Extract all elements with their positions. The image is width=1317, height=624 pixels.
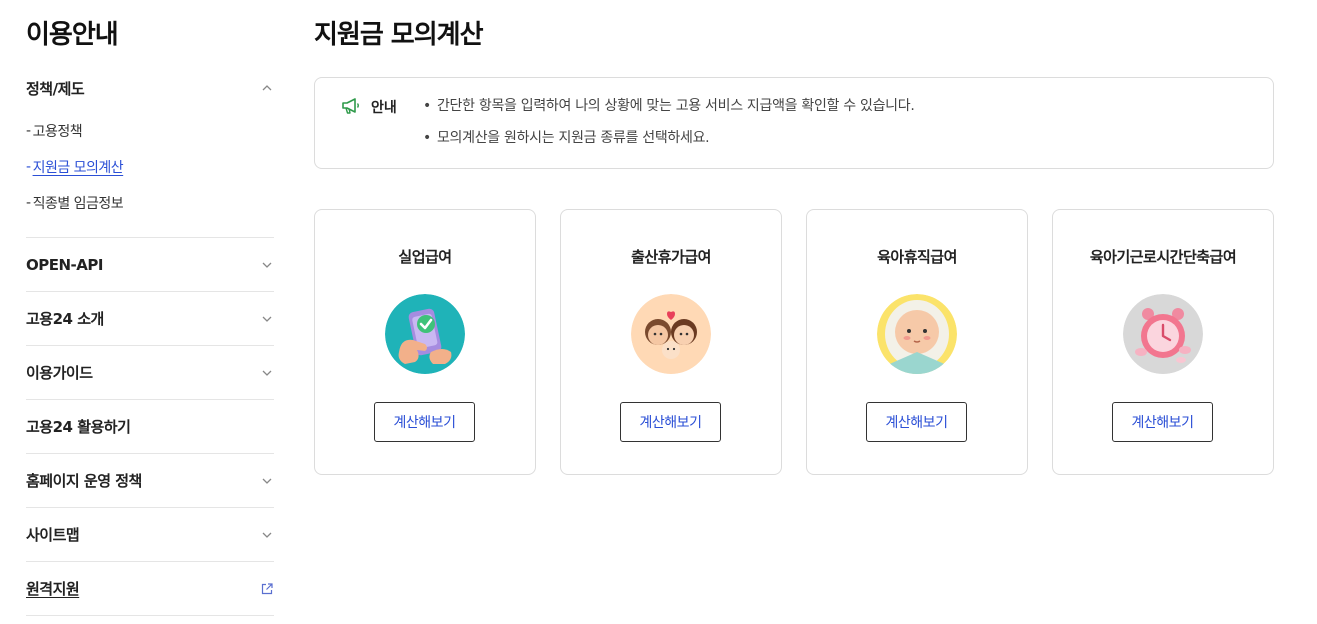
menu-group-about: 고용24 소개 [26, 292, 274, 346]
bullet: • [423, 130, 431, 146]
menu-head-policy[interactable]: 정책/제도 [26, 63, 274, 113]
menu-label: 고용24 소개 [26, 310, 104, 328]
menu-group-remote-support: 원격지원 [26, 562, 274, 616]
menu-group-policy: 정책/제도 - 고용정책 - 지원금 모의계산 - 직종별 임금정보 [26, 63, 274, 238]
notice-text: 모의계산을 원하시는 지원금 종류를 선택하세요. [436, 130, 710, 146]
phone-check-illustration-icon [385, 294, 465, 374]
sub-item-employment-policy[interactable]: - 고용정책 [26, 113, 274, 149]
calculate-button[interactable]: 계산해보기 [866, 402, 967, 442]
notice-text: 간단한 항목을 입력하여 나의 상황에 맞는 고용 서비스 지급액을 확인할 수… [436, 98, 915, 114]
menu-head-usage[interactable]: 고용24 활용하기 [26, 400, 274, 453]
notice-label: 안내 [371, 100, 397, 116]
menu-head-open-api[interactable]: OPEN-API [26, 238, 274, 291]
card-title: 육아기근로시간단축급여 [1089, 248, 1237, 266]
card-title: 육아휴직급여 [877, 248, 957, 266]
megaphone-icon [342, 98, 359, 114]
sidebar-title: 이용안내 [26, 20, 119, 50]
sub-item-label: 고용정책 [32, 124, 83, 140]
notice-box: 안내 • 간단한 항목을 입력하여 나의 상황에 맞는 고용 서비스 지급액을 확… [314, 77, 1274, 169]
notice-lines: • 간단한 항목을 입력하여 나의 상황에 맞는 고용 서비스 지급액을 확인할 … [423, 97, 915, 161]
chevron-down-icon [262, 532, 272, 538]
menu-group-site-policy: 홈페이지 운영 정책 [26, 454, 274, 508]
card-unemployment-benefit: 실업급여 계산해보기 [314, 209, 536, 475]
card-maternity-leave-benefit: 출산휴가급여 계산해보기 [560, 209, 782, 475]
menu-head-remote-support[interactable]: 원격지원 [26, 562, 274, 615]
calculate-button[interactable]: 계산해보기 [374, 402, 475, 442]
card-title: 출산휴가급여 [631, 248, 711, 266]
chevron-down-icon [262, 316, 272, 322]
card-title: 실업급여 [398, 248, 452, 266]
chevron-up-icon [262, 85, 272, 91]
page-title: 지원금 모의계산 [314, 20, 483, 50]
bullet: • [423, 98, 431, 114]
dash: - [26, 159, 31, 175]
menu-group-usage: 고용24 활용하기 [26, 400, 274, 454]
dash: - [26, 123, 31, 139]
menu-group-sitemap: 사이트맵 [26, 508, 274, 562]
card-reduced-hours-benefit: 육아기근로시간단축급여 계산해보기 [1052, 209, 1274, 475]
sub-item-wage-info[interactable]: - 직종별 임금정보 [26, 185, 274, 221]
chevron-down-icon [262, 262, 272, 268]
menu-label: OPEN-API [26, 255, 103, 274]
calculate-button[interactable]: 계산해보기 [1112, 402, 1213, 442]
notice-line: • 간단한 항목을 입력하여 나의 상황에 맞는 고용 서비스 지급액을 확인할 … [423, 97, 915, 129]
menu-label: 정책/제도 [26, 79, 85, 98]
menu-group-guide: 이용가이드 [26, 346, 274, 400]
menu-group-open-api: OPEN-API [26, 238, 274, 292]
calculate-button[interactable]: 계산해보기 [620, 402, 721, 442]
chevron-down-icon [262, 478, 272, 484]
dash: - [26, 195, 31, 211]
menu-label: 사이트맵 [26, 526, 80, 544]
external-link-icon [261, 582, 273, 594]
menu-label: 고용24 활용하기 [26, 418, 131, 436]
sidebar-menu: 정책/제도 - 고용정책 - 지원금 모의계산 - 직종별 임금정보 OPEN-API [26, 63, 274, 616]
menu-head-site-policy[interactable]: 홈페이지 운영 정책 [26, 454, 274, 507]
card-parental-leave-benefit: 육아휴직급여 계산해보기 [806, 209, 1028, 475]
menu-label: 홈페이지 운영 정책 [26, 472, 142, 490]
sub-item-label: 지원금 모의계산 [32, 160, 124, 176]
sub-item-label: 직종별 임금정보 [32, 196, 124, 212]
alarm-clock-illustration-icon [1123, 294, 1203, 374]
subsidy-cards: 실업급여 계산해보기 출산휴가급여 계산해보기 육아휴직급여 계산해보기 육아기… [314, 209, 1274, 475]
sub-list-policy: - 고용정책 - 지원금 모의계산 - 직종별 임금정보 [26, 113, 274, 237]
menu-head-about[interactable]: 고용24 소개 [26, 292, 274, 345]
menu-label: 이용가이드 [26, 364, 93, 382]
baby-face-illustration-icon [877, 294, 957, 374]
chevron-down-icon [262, 370, 272, 376]
notice-line: • 모의계산을 원하시는 지원금 종류를 선택하세요. [423, 129, 915, 161]
sub-item-subsidy-calculator[interactable]: - 지원금 모의계산 [26, 149, 274, 185]
menu-head-sitemap[interactable]: 사이트맵 [26, 508, 274, 561]
menu-head-guide[interactable]: 이용가이드 [26, 346, 274, 399]
menu-label: 원격지원 [26, 580, 80, 598]
parents-baby-illustration-icon [631, 294, 711, 374]
